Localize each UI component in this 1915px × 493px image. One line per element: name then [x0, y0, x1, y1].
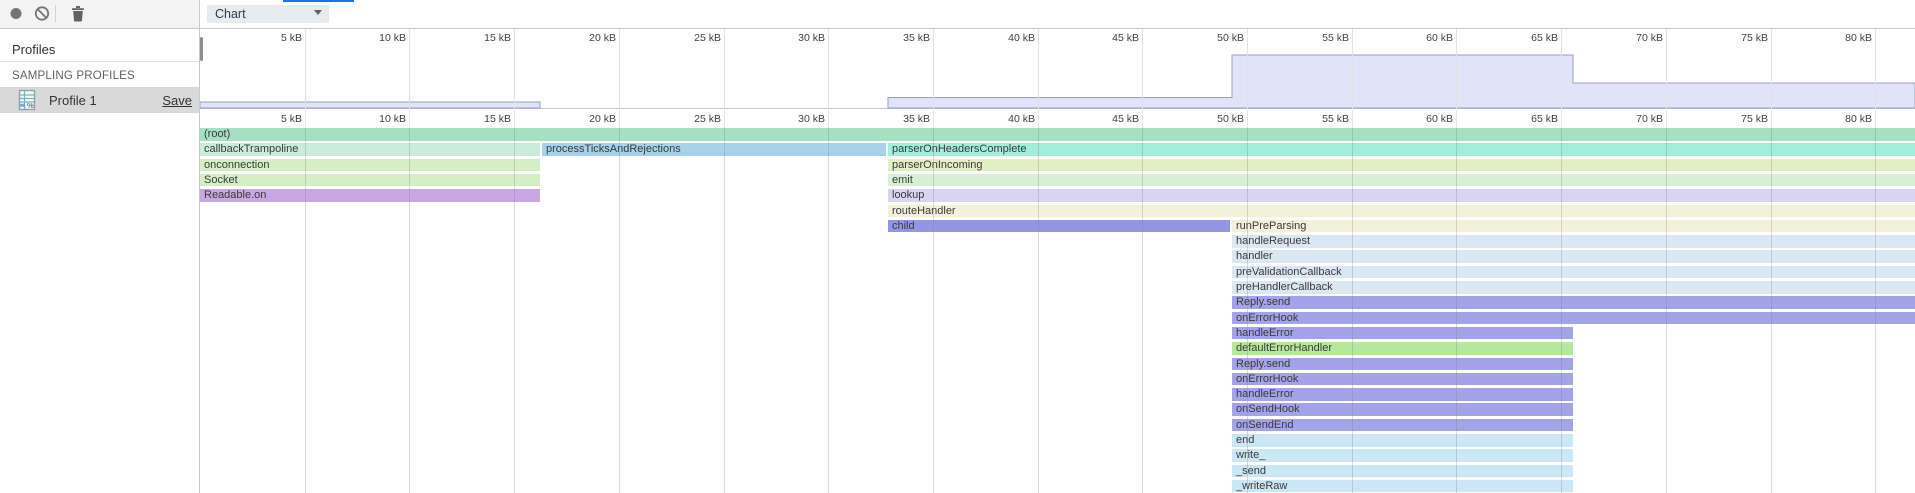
ruler-tick-label: 60 kB [1393, 113, 1453, 125]
flame-bar-onErrorHook[interactable]: onErrorHook [1232, 373, 1573, 386]
flame-bar-callbackTrampoline[interactable]: callbackTrampoline [200, 143, 540, 156]
active-tab-indicator [283, 0, 354, 2]
toolbar-divider [55, 5, 56, 22]
profile-icon: % [16, 89, 38, 111]
sampling-profiles-section-label: SAMPLING PROFILES [12, 70, 135, 82]
memory-profiler-panel: Chart Profiles SAMPLING PROFILES % Profi… [0, 0, 1915, 493]
record-icon [11, 8, 22, 19]
flame-chart[interactable]: (root) callbackTrampolineprocessTicksAndR… [200, 127, 1915, 493]
gridline [305, 110, 306, 127]
ruler-tick-label: 20 kB [556, 113, 616, 125]
gridline [828, 110, 829, 127]
view-mode-select[interactable]: Chart [207, 5, 329, 23]
flame-bar-root[interactable]: (root) [200, 128, 1915, 141]
profile-name: Profile 1 [49, 93, 97, 108]
gridline [1561, 110, 1562, 127]
gridline [514, 110, 515, 127]
ruler-tick-label: 35 kB [870, 113, 930, 125]
gridline [1142, 110, 1143, 127]
flame-bar-Reply.send[interactable]: Reply.send [1232, 296, 1915, 309]
ruler-tick-label: 10 kB [346, 113, 406, 125]
flame-bar-defaultErrorHandler[interactable]: defaultErrorHandler [1232, 342, 1573, 355]
gridline [933, 110, 934, 127]
ruler-tick-label: 80 kB [1812, 113, 1872, 125]
gridline [409, 110, 410, 127]
profile-list-item[interactable]: % Profile 1 Save [0, 87, 199, 113]
gridline [619, 127, 620, 493]
flame-bar-handleError[interactable]: handleError [1232, 388, 1573, 401]
gridline [1352, 110, 1353, 127]
memory-overview-pane[interactable]: 5 kB10 kB15 kB20 kB25 kB30 kB35 kB40 kB4… [200, 29, 1915, 109]
view-mode-label: Chart [215, 7, 246, 21]
flame-chart-ruler: 5 kB 10 kB 15 kB 20 kB 25 kB 30 kB 35 kB 40 kB 4… [200, 110, 1915, 127]
record-profile-button[interactable] [5, 3, 27, 25]
gridline [1038, 110, 1039, 127]
ruler-tick-label: 50 kB [1184, 113, 1244, 125]
delete-profile-button[interactable] [67, 3, 89, 25]
flame-bar-handler[interactable]: handler [1232, 250, 1915, 263]
flame-bar-Readable.on[interactable]: Readable.on [200, 189, 540, 202]
gridline [724, 127, 725, 493]
flame-bar-routeHandler[interactable]: routeHandler [888, 205, 1915, 218]
flame-bar-Socket[interactable]: Socket [200, 174, 540, 187]
chart-pane: 5 kB 10 kB 15 kB 20 kB 25 kB 30 kB 35 kB 40 kB 4… [200, 29, 1915, 493]
flame-bar-onSendHook[interactable]: onSendHook [1232, 403, 1573, 416]
flame-bar-preValidationCallback[interactable]: preValidationCallback [1232, 266, 1915, 279]
profiles-header: Profiles [12, 42, 55, 57]
ruler-tick-label: 70 kB [1603, 113, 1663, 125]
flame-bar-emit[interactable]: emit [888, 174, 1915, 187]
gridline [1666, 110, 1667, 127]
gridline [1456, 110, 1457, 127]
gridline [724, 110, 725, 127]
save-profile-link[interactable]: Save [162, 93, 192, 108]
gridline [1247, 110, 1248, 127]
ruler-tick-label: 45 kB [1079, 113, 1139, 125]
gridline [1771, 110, 1772, 127]
block-icon [36, 7, 48, 19]
ruler-tick-label: 75 kB [1708, 113, 1768, 125]
sidebar-divider [0, 61, 199, 62]
sidebar: Profiles SAMPLING PROFILES % Profile 1 S… [0, 29, 200, 493]
flame-bar-write_[interactable]: write_ [1232, 449, 1573, 462]
chevron-down-icon [314, 10, 322, 15]
ruler-tick-label: 55 kB [1289, 113, 1349, 125]
toolbar: Chart [0, 0, 1915, 29]
ruler-tick-label: 25 kB [661, 113, 721, 125]
overview-area-chart [200, 29, 1915, 109]
flame-bar-child[interactable]: child [888, 220, 1230, 233]
flame-bar-processTicksAndRejections[interactable]: processTicksAndRejections [542, 143, 886, 156]
flame-bar-handleRequest[interactable]: handleRequest [1232, 235, 1915, 248]
ruler-tick-label: 30 kB [765, 113, 825, 125]
gridline [828, 127, 829, 493]
flame-bar-lookup[interactable]: lookup [888, 189, 1915, 202]
flame-bar-_send[interactable]: _send [1232, 465, 1573, 478]
flame-bar-preHandlerCallback[interactable]: preHandlerCallback [1232, 281, 1915, 294]
flame-bar-runPreParsing[interactable]: runPreParsing [1232, 220, 1915, 233]
flame-bar-end[interactable]: end [1232, 434, 1573, 447]
clear-all-profiles-button[interactable] [31, 3, 53, 25]
flame-bar-Reply.send[interactable]: Reply.send [1232, 358, 1573, 371]
ruler-tick-label: 40 kB [975, 113, 1035, 125]
trash-icon [72, 6, 84, 22]
flame-bar-onconnection[interactable]: onconnection [200, 159, 540, 172]
svg-text:%: % [27, 101, 34, 110]
flame-bar-onErrorHook[interactable]: onErrorHook [1232, 312, 1915, 325]
flame-bar-handleError[interactable]: handleError [1232, 327, 1573, 340]
gridline [1875, 110, 1876, 127]
gridline [619, 110, 620, 127]
ruler-tick-label: 15 kB [451, 113, 511, 125]
flame-bar-_writeRaw[interactable]: _writeRaw [1232, 480, 1573, 493]
flame-bar-onSendEnd[interactable]: onSendEnd [1232, 419, 1573, 432]
profiles-toolbar [0, 0, 200, 28]
ruler-tick-label: 65 kB [1498, 113, 1558, 125]
flame-bar-parserOnIncoming[interactable]: parserOnIncoming [888, 159, 1915, 172]
ruler-tick-label: 5 kB [242, 113, 302, 125]
flame-bar-parserOnHeadersComplete[interactable]: parserOnHeadersComplete [888, 143, 1915, 156]
